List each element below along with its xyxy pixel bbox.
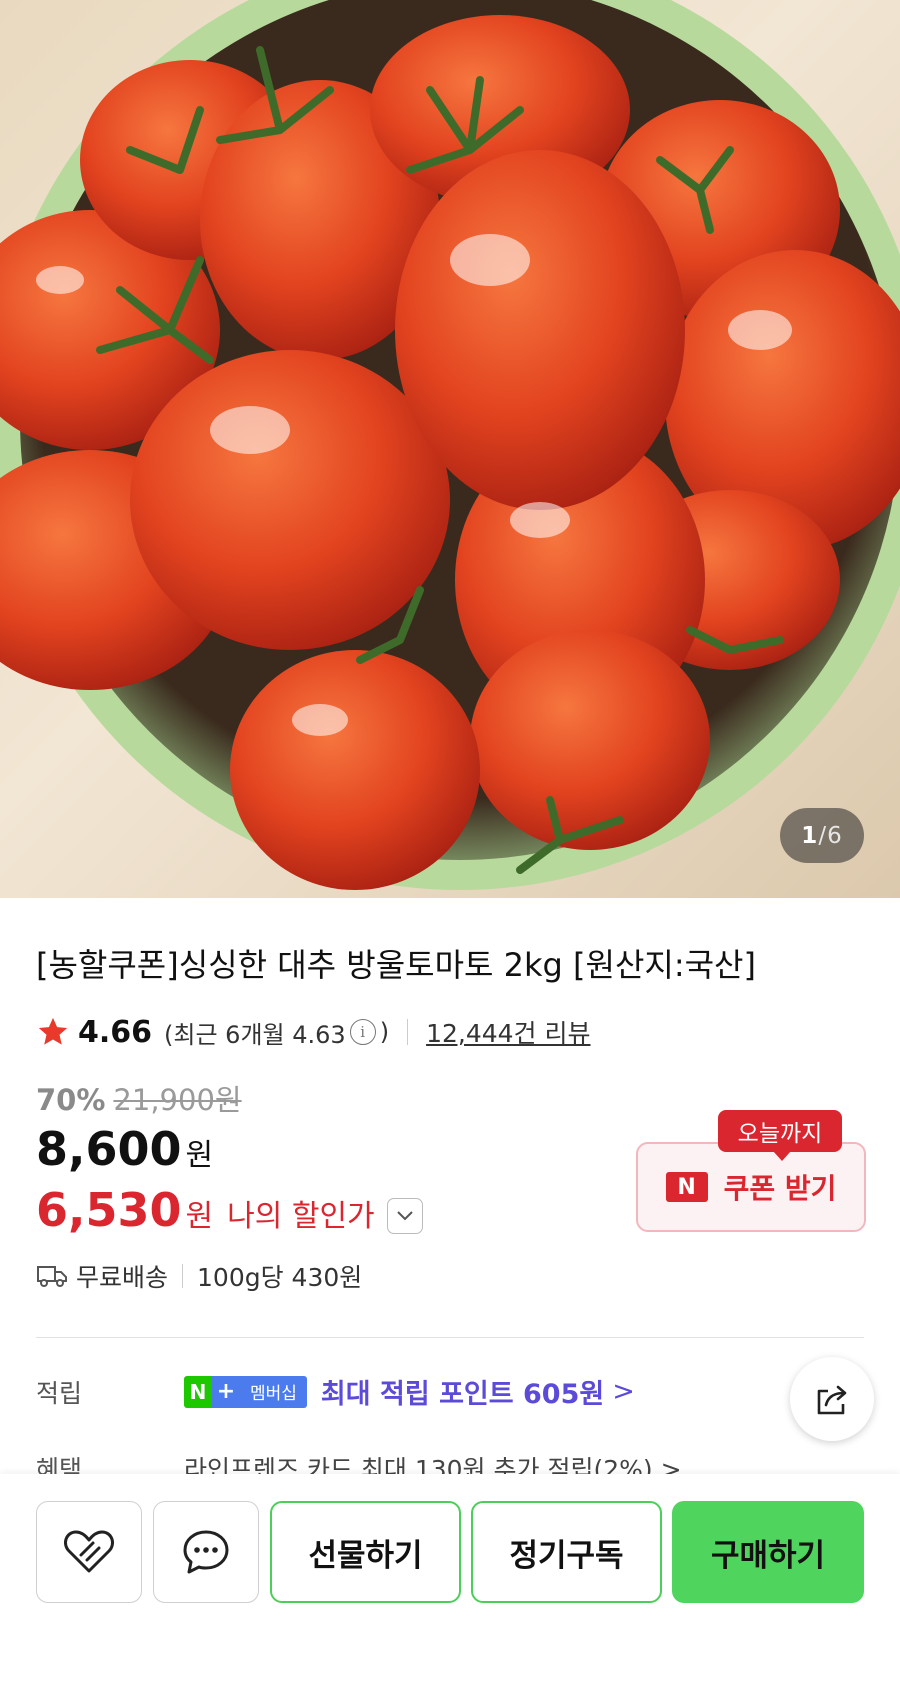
my-price-expand-button[interactable]	[386, 1198, 423, 1234]
subscribe-button[interactable]: 정기구독	[471, 1501, 662, 1603]
my-discount-label: 나의 할인가	[227, 1199, 375, 1234]
gift-button[interactable]: 선물하기	[270, 1501, 461, 1603]
my-discount-price: 6,530	[36, 1183, 182, 1237]
share-button[interactable]	[790, 1357, 874, 1441]
bottom-action-bar: 선물하기 정기구독 구매하기	[0, 1474, 900, 1705]
info-icon[interactable]: i	[349, 1019, 376, 1045]
benefit-text: 라인프렌즈 카드 최대 130원 추가 적립(2%) >	[184, 1455, 682, 1474]
original-price: 21,900원	[113, 1083, 242, 1117]
my-price-row: 6,530 원 나의 할인가	[36, 1183, 423, 1237]
naver-plus-membership-badge: N + 멤버십	[184, 1375, 307, 1408]
shipping-row: 무료배송 100g당 430원	[36, 1258, 362, 1294]
coupon-area: N 쿠폰 받기 오늘까지	[636, 1110, 866, 1232]
section-divider	[36, 1337, 864, 1338]
rating-divider	[407, 1019, 409, 1045]
image-counter-current: 1	[801, 822, 819, 849]
buy-button[interactable]: 구매하기	[672, 1501, 864, 1603]
original-price-row: 70% 21,900원	[36, 1077, 242, 1119]
share-icon	[817, 1385, 847, 1415]
discount-rate: 70%	[36, 1083, 106, 1117]
today-only-tag: 오늘까지	[718, 1110, 842, 1161]
rating-row: 4.66 (최근 6개월 4.63 i ) 12,444건 리뷰	[36, 1010, 591, 1054]
get-coupon-label: 쿠폰 받기	[723, 1172, 837, 1205]
points-row[interactable]: 적립 N + 멤버십 최대 적립 포인트 605원 >	[36, 1372, 635, 1411]
chat-icon	[183, 1530, 229, 1574]
recent-rating-text: (최근 6개월 4.63	[164, 1020, 346, 1049]
max-points-text: 최대 적립 포인트 605원	[320, 1379, 605, 1410]
truck-icon	[37, 1266, 67, 1287]
product-title: [농할쿠폰]싱싱한 대추 방울토마토 2kg [원산지:국산]	[36, 946, 756, 984]
image-counter-total: 6	[827, 822, 843, 849]
my-discount-price-unit: 원	[185, 1199, 214, 1234]
sale-price: 8,600	[36, 1122, 182, 1176]
unit-price: 100g당 430원	[197, 1263, 363, 1292]
points-label: 적립	[36, 1378, 83, 1408]
sale-price-row: 8,600 원	[36, 1122, 213, 1176]
sale-price-unit: 원	[185, 1138, 214, 1173]
image-counter-separator: /	[818, 822, 828, 849]
naver-n-icon: N	[665, 1172, 708, 1202]
product-image-gallery[interactable]: 1 / 6	[0, 0, 900, 898]
chat-button[interactable]	[153, 1501, 259, 1603]
recent-rating: (최근 6개월 4.63 i )	[164, 1015, 389, 1050]
tomato-photo	[0, 0, 900, 890]
badge-membership: 멤버십	[240, 1375, 307, 1408]
recent-rating-close: )	[379, 1018, 390, 1046]
shipping-divider	[182, 1264, 184, 1288]
benefit-row[interactable]: 혜택 라인프렌즈 카드 최대 130원 추가 적립(2%) >	[36, 1454, 682, 1474]
heart-icon	[64, 1530, 114, 1573]
benefit-label: 혜택	[36, 1455, 83, 1474]
chevron-down-icon	[396, 1211, 413, 1221]
rating-score: 4.66	[78, 1014, 153, 1050]
badge-n: N	[184, 1375, 212, 1408]
star-icon	[38, 1017, 68, 1045]
review-count-link[interactable]: 12,444건 리뷰	[426, 1014, 590, 1050]
chevron-right-icon: >	[612, 1376, 635, 1407]
get-coupon-button[interactable]: N 쿠폰 받기	[636, 1142, 866, 1232]
badge-plus: +	[212, 1375, 240, 1408]
wishlist-button[interactable]	[36, 1501, 142, 1603]
image-counter: 1 / 6	[780, 808, 864, 863]
free-shipping: 무료배송	[76, 1263, 169, 1292]
